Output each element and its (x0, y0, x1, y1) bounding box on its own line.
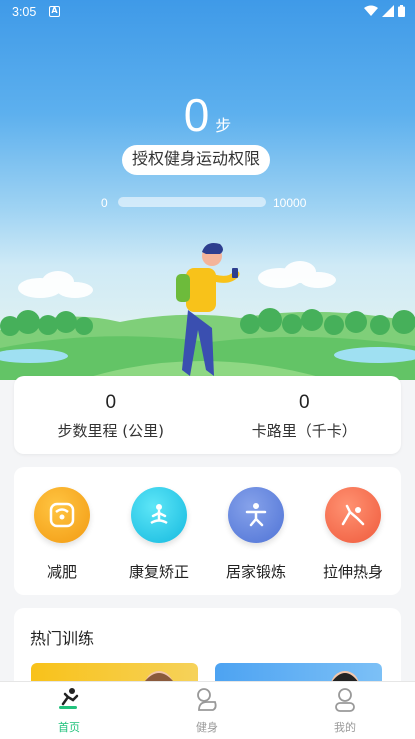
category-stretch-label: 拉伸热身 (322, 563, 383, 581)
progress-max-label: 10000 (273, 196, 307, 210)
notification-icon: A (49, 6, 60, 17)
category-home-workout[interactable]: 居家锻炼 (220, 487, 292, 582)
steps-value: 0 (183, 89, 210, 141)
walking-man-illustration (0, 243, 415, 380)
stat-distance: 0 步数里程 (公里) (14, 376, 208, 454)
bottom-nav: 首页 健身 我的 (0, 681, 415, 739)
category-lose-weight-label: 减肥 (46, 563, 77, 581)
stat-calories: 0 卡路里（千卡） (208, 376, 402, 454)
category-lose-weight[interactable]: 减肥 (26, 487, 98, 582)
battery-icon (398, 5, 405, 17)
nav-home[interactable]: 首页 (29, 685, 109, 735)
stat-calories-value: 0 (298, 392, 310, 413)
category-card: 减肥 康复矫正 居家锻炼 拉伸热身 (14, 467, 401, 595)
step-progress-bar (118, 197, 266, 207)
nav-fitness[interactable]: 健身 (167, 685, 247, 735)
signal-icon (382, 5, 394, 17)
category-home-workout-label: 居家锻炼 (225, 563, 286, 581)
category-stretch[interactable]: 拉伸热身 (317, 487, 389, 582)
nav-profile[interactable]: 我的 (305, 685, 385, 735)
wifi-icon (364, 5, 378, 16)
stat-distance-label: 步数里程 (公里) (57, 422, 164, 440)
nav-profile-label: 我的 (334, 721, 356, 734)
scale-icon (34, 487, 90, 543)
status-icons (364, 5, 405, 17)
stat-calories-label: 卡路里（千卡） (251, 422, 357, 440)
steps-unit: 步 (215, 116, 232, 135)
steps-counter: 0步 (0, 88, 415, 142)
home-runner-icon (29, 685, 109, 715)
status-time: 3:05 (12, 5, 37, 19)
meditation-icon (131, 487, 187, 543)
category-rehab[interactable]: 康复矫正 (123, 487, 195, 582)
exercise-icon (228, 487, 284, 543)
hot-training-title: 热门训练 (30, 629, 95, 648)
nav-home-label: 首页 (58, 721, 80, 734)
stat-distance-value: 0 (105, 392, 117, 413)
category-rehab-label: 康复矫正 (128, 563, 189, 581)
profile-icon (305, 685, 385, 715)
authorize-permission-button[interactable]: 授权健身运动权限 (122, 145, 270, 175)
status-bar: 3:05 A (0, 0, 415, 24)
stretch-icon (325, 487, 381, 543)
stats-card: 0 步数里程 (公里) 0 卡路里（千卡） (14, 376, 401, 454)
fitness-icon (167, 685, 247, 715)
hero-banner: 3:05 A 0步 授权健身运动权限 0 10000 (0, 0, 415, 380)
nav-fitness-label: 健身 (196, 721, 218, 734)
progress-min-label: 0 (101, 196, 108, 210)
